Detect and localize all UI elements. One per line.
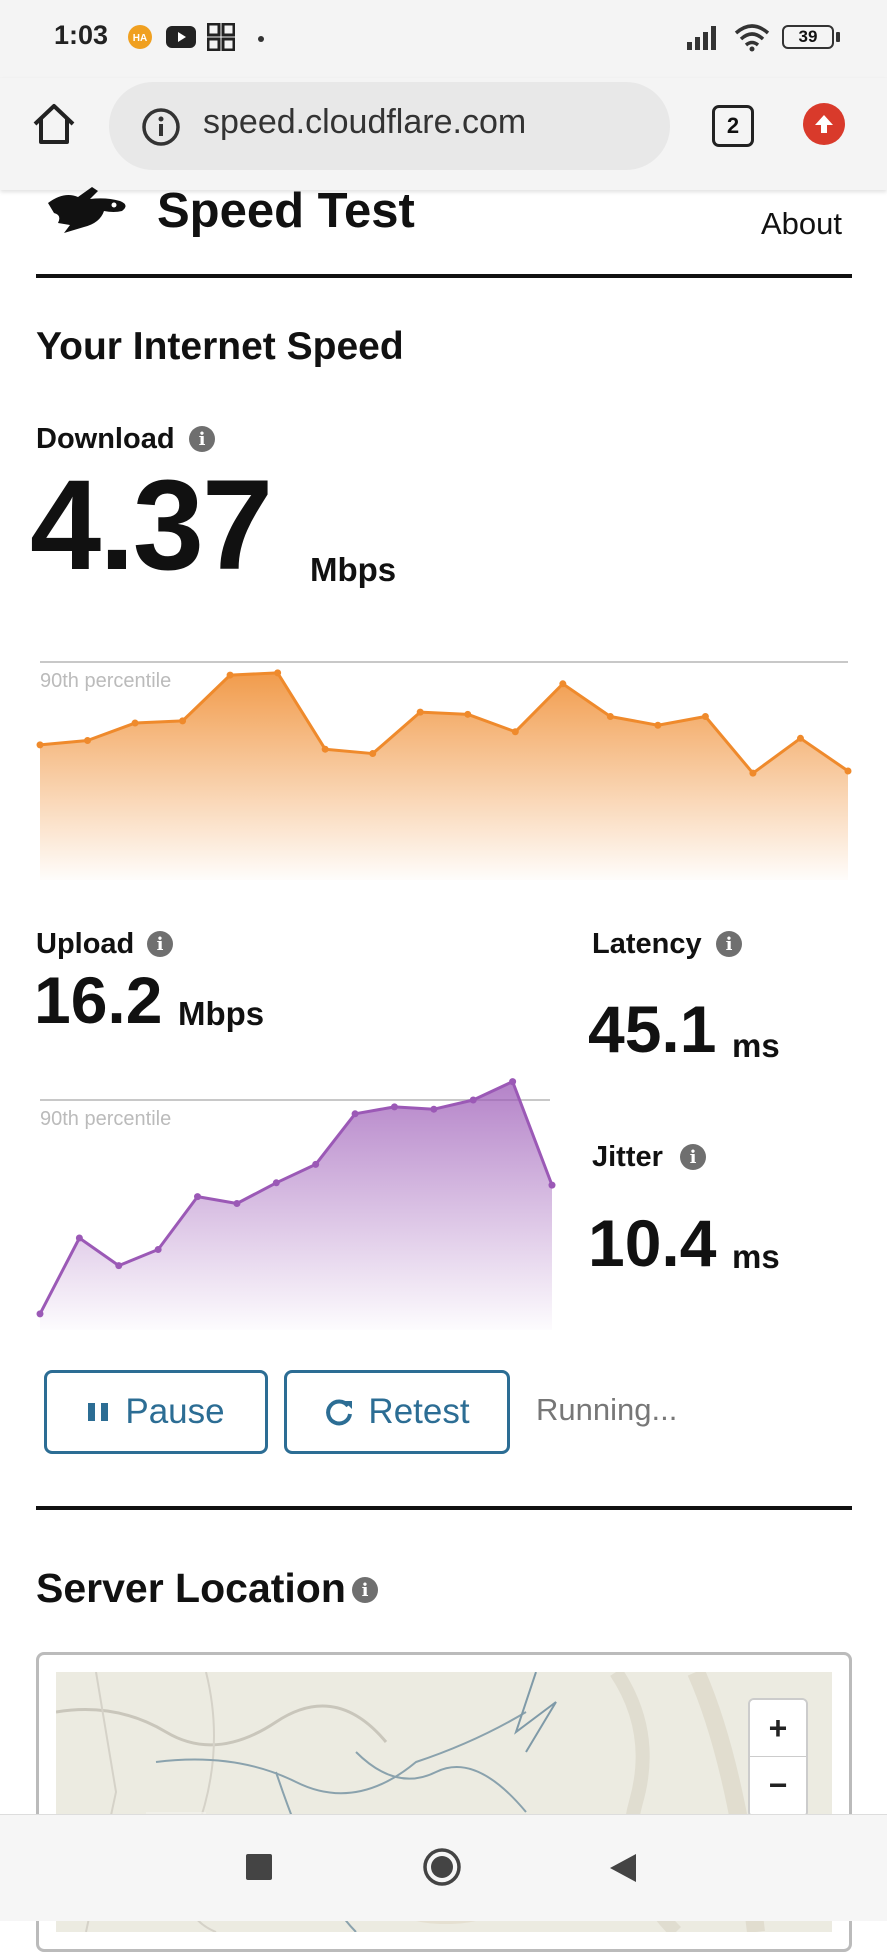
test-status: Running... [536, 1392, 678, 1427]
upload-samples-point [154, 1246, 162, 1253]
download-samples-point [36, 741, 44, 749]
download-samples-point [464, 710, 472, 718]
retest-icon [326, 1399, 353, 1426]
upload-samples-point [75, 1234, 83, 1242]
upload-samples-point [233, 1200, 241, 1207]
download-samples-point [559, 680, 567, 688]
upload-samples-point [390, 1103, 398, 1111]
download-samples-point [179, 717, 187, 725]
url-text[interactable]: speed.cloudflare.com [203, 103, 526, 142]
update-icon[interactable] [803, 103, 845, 145]
download-samples-point [416, 708, 424, 716]
download-unit: Mbps [310, 551, 397, 588]
about-link[interactable]: About [761, 206, 842, 242]
download-samples-point [749, 769, 757, 777]
pause-button[interactable]: Pause [44, 1370, 268, 1454]
map-zoom-controls: + − [748, 1698, 808, 1818]
download-samples-point [274, 669, 282, 677]
download-percentile-label: 90th percentile [40, 670, 171, 692]
section-divider [36, 1506, 852, 1510]
upload-samples-point [272, 1179, 280, 1187]
server-info-icon[interactable]: i [352, 1577, 378, 1603]
jitter-unit: ms [732, 1238, 780, 1275]
download-samples-point [701, 713, 709, 720]
jitter-value: 10.4 [588, 1206, 717, 1280]
upload-samples-point [312, 1160, 320, 1168]
section-heading-server: Server Location [36, 1565, 346, 1611]
section-heading-speed: Your Internet Speed [36, 325, 404, 368]
zoom-in-button[interactable]: + [750, 1700, 806, 1757]
download-value: 4.37 [30, 454, 273, 597]
retest-button[interactable]: Retest [284, 1370, 510, 1454]
site-info-icon[interactable] [141, 107, 181, 147]
download-info-icon[interactable]: i [189, 426, 215, 452]
download-samples-point [654, 721, 662, 729]
download-series [36, 669, 852, 880]
upload-samples-point [509, 1078, 517, 1086]
app-badge-text: HA [133, 33, 147, 44]
jitter-label: Jitter [592, 1141, 663, 1173]
upload-value: 16.2 [34, 963, 163, 1037]
upload-samples-point [36, 1310, 44, 1318]
youtube-icon [165, 22, 197, 52]
download-samples-area [40, 672, 848, 880]
latency-unit: ms [732, 1027, 780, 1064]
zoom-out-button[interactable]: − [750, 1757, 806, 1813]
download-label: Download [36, 423, 175, 455]
download-samples-point [84, 736, 92, 744]
wifi-icon [732, 22, 772, 52]
pause-icon [88, 1403, 109, 1421]
signal-icon [686, 22, 722, 52]
upload-chart: 90th percentile [36, 1078, 556, 1330]
upload-samples-point [430, 1105, 438, 1113]
download-samples-point [131, 719, 139, 727]
download-chart: 90th percentile [36, 661, 852, 880]
upload-label: Upload [36, 928, 135, 960]
qr-scan-icon [206, 22, 236, 52]
latency-value: 45.1 [588, 992, 717, 1066]
download-samples-point [369, 750, 377, 758]
upload-percentile-label: 90th percentile [40, 1108, 171, 1130]
recents-button[interactable] [246, 1854, 272, 1880]
download-samples-point [606, 713, 614, 720]
upload-samples-point [469, 1096, 477, 1104]
back-nav-button[interactable] [608, 1852, 638, 1884]
download-samples-point [796, 734, 804, 742]
pause-button-label: Pause [125, 1392, 225, 1431]
status-time: 1:03 [54, 20, 109, 50]
battery-level: 39 [798, 27, 818, 46]
header-divider [36, 274, 852, 278]
upload-samples-point [115, 1262, 123, 1270]
page-title: Speed Test [157, 184, 415, 238]
home-nav-button[interactable] [422, 1847, 462, 1887]
jitter-info-icon[interactable]: i [680, 1144, 706, 1170]
tab-count: 2 [726, 113, 740, 138]
retest-button-label: Retest [368, 1392, 470, 1431]
upload-samples-point [548, 1181, 556, 1189]
download-samples-point [844, 767, 852, 775]
cloudflare-rabbit-logo [44, 183, 130, 237]
upload-unit: Mbps [178, 995, 265, 1032]
upload-samples-point [351, 1110, 359, 1118]
latency-info-icon[interactable]: i [716, 931, 742, 957]
battery-icon: 39 [780, 22, 842, 52]
download-samples-point [511, 728, 519, 736]
download-samples-point [226, 671, 234, 679]
upload-samples-point [194, 1193, 202, 1201]
latency-label: Latency [592, 928, 702, 960]
tab-switcher-button[interactable]: 2 [712, 105, 754, 147]
download-samples-point [321, 745, 329, 753]
home-icon[interactable] [30, 100, 80, 150]
upload-info-icon[interactable]: i [147, 931, 173, 957]
more-notifications-dot [258, 36, 264, 42]
app-notification-icon: HA [126, 22, 154, 52]
